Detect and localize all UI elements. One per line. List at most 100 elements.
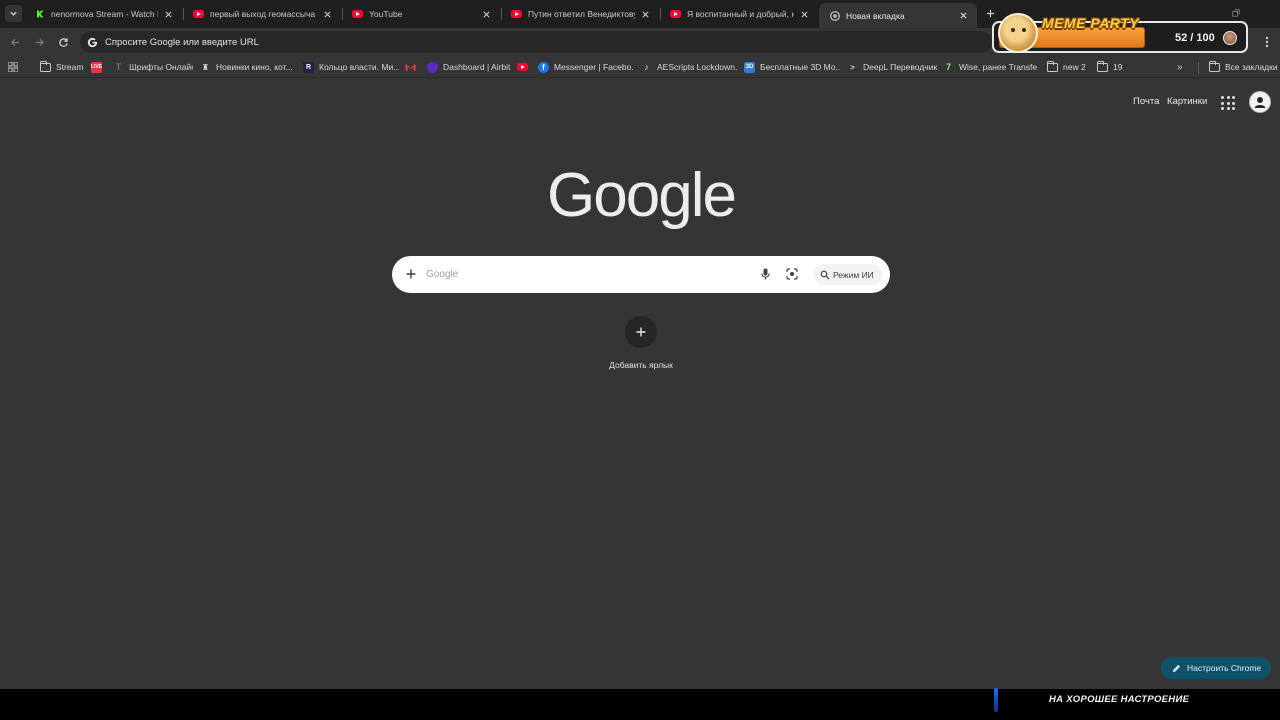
chevron-down-icon	[10, 11, 17, 16]
close-icon[interactable]	[480, 8, 492, 20]
plus-icon	[406, 269, 416, 279]
bookmark-label: Stream	[56, 62, 84, 72]
customize-label: Настроить Chrome	[1187, 663, 1262, 673]
reload-button[interactable]	[54, 33, 72, 51]
chevron-double-right-icon: »	[1177, 61, 1183, 73]
bookmark-youtube[interactable]	[517, 59, 531, 75]
folder-icon	[1047, 60, 1058, 73]
add-file-button[interactable]	[403, 266, 419, 282]
tab-youtube[interactable]: YouTube	[342, 3, 500, 25]
customize-chrome-button[interactable]: Настроить Chrome	[1161, 657, 1271, 679]
lens-search-button[interactable]	[784, 266, 800, 282]
close-icon[interactable]	[321, 8, 333, 20]
bookmark-fonts[interactable]: Т Шрифты Онлайн	[113, 59, 193, 75]
tab-youtube-video-2[interactable]: Путин ответил Венедиктову - YouTube	[501, 3, 659, 25]
bookmarks-separator	[1198, 62, 1199, 74]
bookmarks-overflow-button[interactable]: »	[1177, 59, 1189, 75]
bookmark-label: Dashboard | Airbit	[443, 62, 511, 72]
bookmark-label: new 2	[1063, 62, 1086, 72]
bookmark-label: 19	[1113, 62, 1123, 72]
google-logo: Google	[547, 161, 737, 230]
images-link[interactable]: Картинки	[1167, 96, 1207, 107]
ai-mode-button[interactable]: Режим ИИ	[814, 264, 882, 285]
youtube-icon	[193, 9, 204, 20]
r-site-icon: R	[303, 61, 314, 73]
bookmark-gmail[interactable]	[405, 59, 419, 75]
pencil-icon	[1171, 663, 1181, 673]
tab-youtube-video-3[interactable]: Я воспитанный и добрый, несмотря ни на ч…	[660, 3, 818, 25]
profile-avatar[interactable]	[1249, 91, 1271, 113]
kick-icon	[34, 9, 45, 20]
gmail-link[interactable]: Почта	[1133, 96, 1159, 107]
3d-site-icon: 3D	[744, 61, 755, 73]
youtube-icon	[352, 9, 363, 20]
tab-title: YouTube	[369, 9, 403, 19]
airbit-icon	[427, 61, 438, 73]
tab-new-tab[interactable]: Новая вкладка	[819, 3, 977, 28]
add-shortcut-tile[interactable]: Добавить ярлык	[601, 316, 681, 376]
google-g-icon	[87, 37, 98, 47]
tab-youtube-video-1[interactable]: первый выход геомассыча - YouTube	[183, 3, 341, 25]
close-icon[interactable]	[798, 8, 810, 20]
reload-icon	[58, 37, 68, 47]
google-apps-button[interactable]	[1219, 94, 1235, 110]
avatar-icon	[1254, 97, 1266, 108]
folder-icon	[40, 60, 51, 73]
bookmark-airbit[interactable]: Dashboard | Airbit	[427, 59, 511, 75]
arrow-right-icon	[35, 38, 44, 46]
stream-accent-mark	[994, 688, 998, 712]
search-input[interactable]	[426, 265, 746, 284]
close-icon[interactable]	[957, 10, 969, 22]
search-box[interactable]: Режим ИИ	[392, 256, 890, 293]
bookmark-deepl[interactable]: > DeepL Переводчик	[847, 59, 937, 75]
youtube-icon	[670, 9, 681, 20]
bookmarks-bar: Stream LIVE Т Шрифты Онлайн ♜ Новинки ки…	[0, 56, 1280, 78]
tab-title: nenormova Stream - Watch Live	[51, 9, 158, 19]
deepl-icon: >	[850, 62, 855, 72]
bookmark-label: Messenger | Facebo...	[554, 62, 634, 72]
add-shortcut-label: Добавить ярлык	[609, 360, 673, 370]
all-bookmarks[interactable]: Все закладки	[1209, 59, 1279, 75]
stream-caption: НА ХОРОШЕЕ НАСТРОЕНИЕ	[1049, 694, 1190, 705]
tab-search-button[interactable]	[5, 5, 22, 22]
tab-kick-stream[interactable]: nenormova Stream - Watch Live	[24, 3, 182, 25]
address-bar-text: Спросите Google или введите URL	[105, 36, 259, 48]
bookmark-wise[interactable]: 7 Wise, ранее Transfe...	[943, 59, 1037, 75]
back-button[interactable]	[6, 33, 24, 51]
cinema-site-icon: ♜	[201, 62, 210, 72]
arrow-left-icon	[10, 38, 19, 46]
overlay-logo: MEME PARTY	[1042, 15, 1140, 31]
close-icon[interactable]	[162, 8, 174, 20]
tab-title: Новая вкладка	[846, 10, 905, 21]
bookmark-label: Шрифты Онлайн	[129, 62, 193, 72]
bookmark-folder-19[interactable]: 19	[1097, 59, 1127, 75]
bookmark-red-badge[interactable]: LIVE	[91, 59, 105, 75]
bookmark-3d-models[interactable]: 3D Бесплатные 3D Мо...	[744, 59, 840, 75]
microphone-icon	[760, 268, 770, 280]
voice-search-button[interactable]	[757, 266, 773, 282]
avatar	[1223, 31, 1237, 45]
apps-shortcut[interactable]	[8, 59, 18, 75]
tab-title: первый выход геомассыча - YouTube	[210, 9, 317, 19]
youtube-icon	[511, 9, 522, 20]
youtube-icon	[517, 62, 528, 73]
tab-title: Я воспитанный и добрый, несмотря ни на ч…	[687, 9, 794, 19]
more-vert-icon	[1265, 36, 1269, 48]
chrome-menu-button[interactable]	[1259, 33, 1275, 51]
bookmark-movies[interactable]: ♜ Новинки кино, кот...	[200, 59, 296, 75]
folder-icon	[1209, 60, 1220, 73]
bookmark-label: AEScripts Lockdown...	[657, 62, 737, 72]
address-bar[interactable]: Спросите Google или введите URL	[80, 31, 992, 53]
plus-icon	[636, 327, 646, 337]
close-icon[interactable]	[639, 8, 651, 20]
tab-title: Путин ответил Венедиктову - YouTube	[528, 9, 635, 19]
overlay-count: 52 / 100	[1175, 32, 1215, 44]
bookmark-rings-of-power[interactable]: R Кольцо власти. Ми...	[303, 59, 399, 75]
bookmark-stream[interactable]: Stream	[40, 59, 86, 75]
tiktok-icon: ♪	[644, 62, 649, 72]
bookmark-folder-new2[interactable]: new 2	[1047, 59, 1089, 75]
bookmark-aescripts[interactable]: ♪ AEScripts Lockdown...	[641, 59, 737, 75]
forward-button[interactable]	[30, 33, 48, 51]
add-shortcut-button[interactable]	[625, 316, 657, 348]
bookmark-messenger[interactable]: f Messenger | Facebo...	[538, 59, 634, 75]
